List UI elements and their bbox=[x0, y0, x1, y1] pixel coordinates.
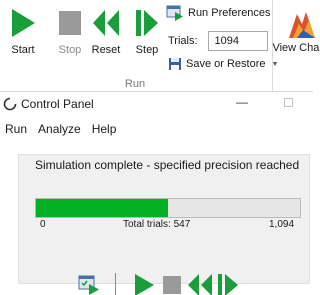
progress-min-label: 0 bbox=[40, 219, 46, 230]
run-preferences-icon bbox=[78, 275, 99, 295]
menu-bar: Run Analyze Help bbox=[0, 120, 313, 138]
progress-bar bbox=[35, 198, 301, 218]
stop-icon bbox=[163, 276, 181, 294]
maximize-button[interactable] bbox=[284, 98, 293, 107]
status-message: Simulation complete - specified precisio… bbox=[35, 158, 300, 172]
stop-icon bbox=[59, 11, 81, 35]
control-panel-titlebar: Control Panel bbox=[0, 93, 313, 115]
menu-run[interactable]: Run bbox=[0, 122, 33, 136]
panel-reset-button[interactable] bbox=[186, 272, 214, 295]
run-group-label: Run bbox=[124, 78, 146, 90]
ribbon: Start Stop Reset Step Run Preferences Tr… bbox=[0, 0, 320, 92]
rewind-icon bbox=[93, 10, 119, 36]
trials-input[interactable] bbox=[207, 31, 268, 51]
menu-analyze[interactable]: Analyze bbox=[33, 122, 87, 136]
progress-max-label: 1,094 bbox=[269, 219, 295, 230]
panel-toolbar bbox=[75, 271, 242, 295]
view-charts-label: View Charts bbox=[272, 42, 320, 54]
trials-label: Trials: bbox=[168, 35, 198, 47]
run-preferences-label: Run Preferences bbox=[188, 7, 271, 19]
save-or-restore-button[interactable]: Save or Restore ▼ bbox=[168, 57, 278, 71]
menu-help[interactable]: Help bbox=[87, 122, 123, 136]
play-icon bbox=[12, 9, 35, 37]
panel-start-button[interactable] bbox=[130, 272, 158, 295]
play-icon bbox=[135, 274, 154, 295]
stop-button[interactable]: Stop bbox=[55, 8, 85, 68]
panel-step-button[interactable] bbox=[214, 272, 242, 295]
floppy-disk-icon bbox=[169, 58, 181, 70]
step-icon bbox=[218, 274, 238, 295]
step-button[interactable]: Step bbox=[133, 8, 161, 68]
rewind-icon bbox=[188, 274, 212, 295]
save-or-restore-label: Save or Restore bbox=[186, 58, 266, 70]
trials-control: Trials: bbox=[168, 31, 268, 51]
control-panel-body: Simulation complete - specified precisio… bbox=[0, 141, 313, 295]
start-button[interactable]: Start bbox=[8, 8, 38, 68]
control-panel-title: Control Panel bbox=[21, 97, 94, 111]
step-label: Step bbox=[135, 44, 159, 56]
total-trials-label: Total trials: 547 bbox=[123, 219, 191, 230]
control-panel-app-icon bbox=[3, 97, 17, 111]
reset-button[interactable]: Reset bbox=[90, 8, 122, 68]
run-preferences-panel-button[interactable] bbox=[75, 272, 103, 295]
progress-fill bbox=[36, 199, 168, 217]
simulation-status-area: Simulation complete - specified precisio… bbox=[18, 154, 310, 295]
reset-label: Reset bbox=[91, 44, 121, 56]
stop-label: Stop bbox=[58, 44, 82, 56]
charts-icon bbox=[289, 12, 315, 38]
view-charts-button[interactable]: View Charts bbox=[272, 8, 320, 55]
run-preferences-button[interactable]: Run Preferences bbox=[166, 5, 271, 21]
run-preferences-icon bbox=[166, 5, 183, 21]
toolbar-divider bbox=[115, 273, 116, 295]
panel-stop-button[interactable] bbox=[158, 272, 186, 295]
minimize-button[interactable]: — bbox=[236, 95, 248, 109]
start-label: Start bbox=[11, 44, 35, 56]
step-icon bbox=[136, 10, 158, 36]
